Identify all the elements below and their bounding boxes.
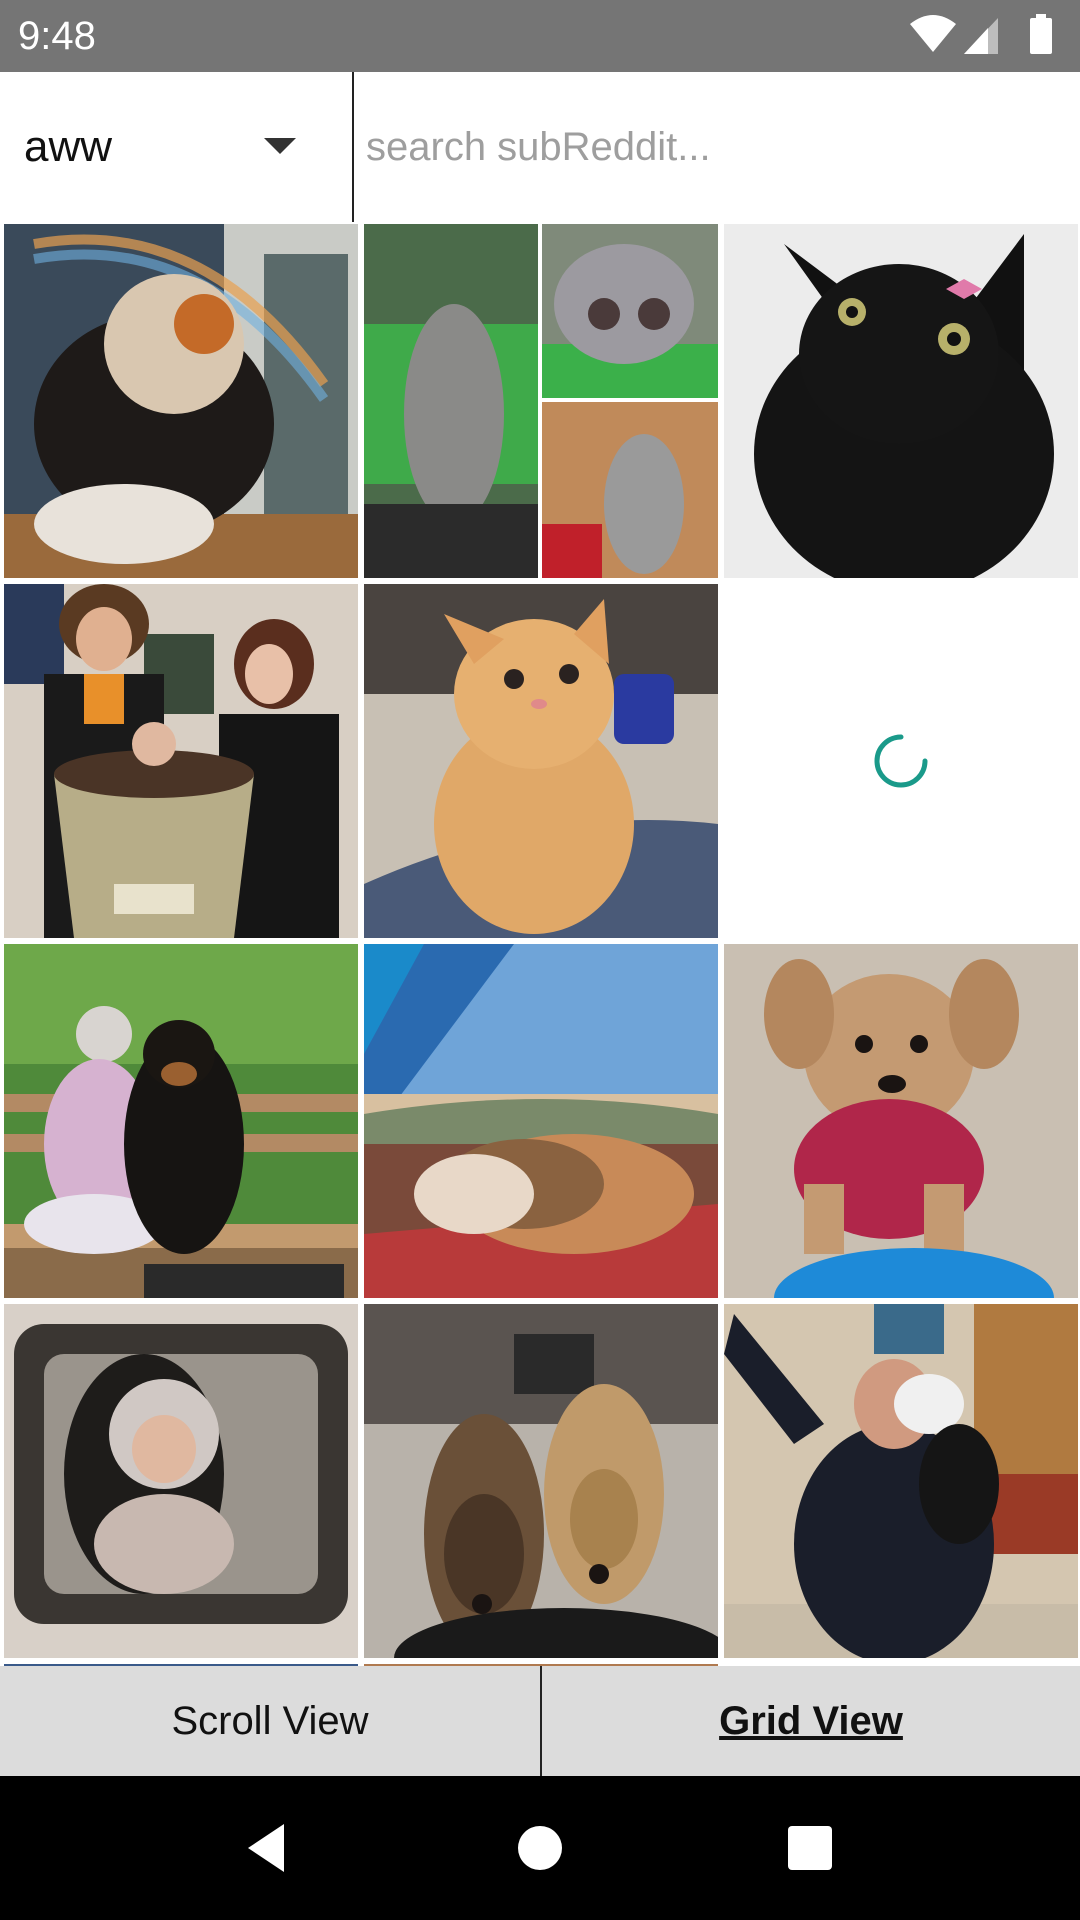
grid-image-dog-cat-tent[interactable] bbox=[364, 944, 718, 1298]
grid-image-loading bbox=[724, 584, 1078, 938]
image-grid[interactable] bbox=[0, 222, 1080, 1666]
grid-image-family-baby[interactable] bbox=[4, 584, 358, 938]
grid-view-button[interactable]: Grid View bbox=[542, 1666, 1080, 1776]
grid-image-black-cat[interactable] bbox=[724, 224, 1078, 578]
header-divider bbox=[352, 72, 354, 222]
navigation-bar bbox=[0, 1776, 1080, 1920]
view-toggle: Scroll View Grid View bbox=[0, 1666, 1080, 1776]
cell-signal-icon bbox=[964, 18, 998, 54]
back-icon[interactable] bbox=[236, 1816, 300, 1880]
grid-image-manul-collage[interactable] bbox=[364, 224, 718, 578]
search-input[interactable] bbox=[362, 110, 1070, 184]
recents-icon[interactable] bbox=[778, 1816, 842, 1880]
grid-image-calico-cat[interactable] bbox=[4, 224, 358, 578]
top-bar: aww bbox=[0, 72, 1080, 222]
subreddit-dropdown[interactable]: aww bbox=[0, 72, 352, 222]
loading-spinner-icon bbox=[874, 734, 928, 788]
scroll-view-button[interactable]: Scroll View bbox=[0, 1666, 540, 1776]
grid-image-woman-rottweiler[interactable] bbox=[4, 944, 358, 1298]
grid-image-greyhounds[interactable] bbox=[364, 1304, 718, 1658]
grid-image-officer-cat[interactable] bbox=[724, 1304, 1078, 1658]
grid-image-puppy-harness[interactable] bbox=[724, 944, 1078, 1298]
home-icon[interactable] bbox=[508, 1816, 572, 1880]
wifi-icon bbox=[910, 15, 956, 52]
status-bar: 9:48 bbox=[0, 0, 1080, 72]
subreddit-value: aww bbox=[24, 122, 113, 171]
battery-icon bbox=[1030, 14, 1052, 54]
status-time: 9:48 bbox=[18, 14, 96, 58]
grid-image-orange-kitten[interactable] bbox=[364, 584, 718, 938]
chevron-down-icon bbox=[264, 138, 296, 154]
grid-image-baby-car-mirror[interactable] bbox=[4, 1304, 358, 1658]
